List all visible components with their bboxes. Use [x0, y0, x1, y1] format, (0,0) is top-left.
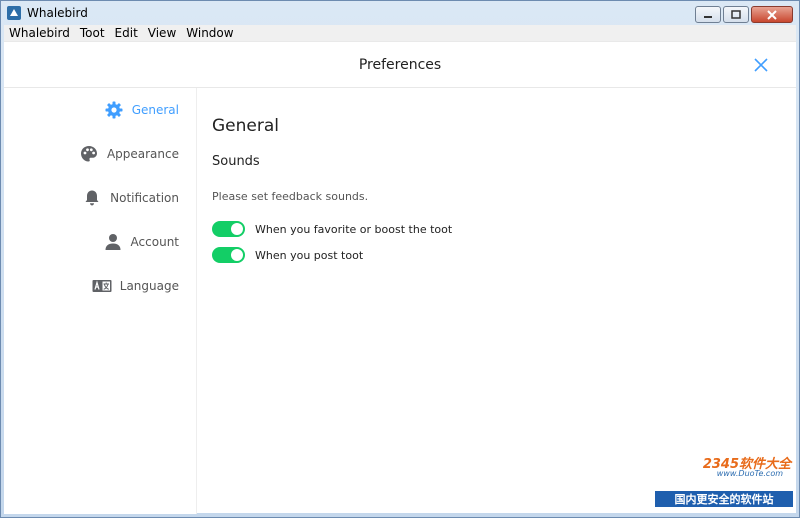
watermark-url: www.DuoTe.com: [716, 469, 783, 478]
switch-knob: [231, 249, 243, 261]
window-controls: [695, 6, 793, 23]
menu-view[interactable]: View: [143, 25, 181, 41]
switch-knob: [231, 223, 243, 235]
gear-icon: [104, 101, 124, 119]
favorite-boost-sound-setting: When you favorite or boost the toot: [212, 220, 452, 238]
sidebar-item-general[interactable]: General: [104, 100, 179, 120]
window-title: Whalebird: [27, 6, 88, 20]
post-toot-sound-setting: When you post toot: [212, 246, 363, 264]
section-heading: General: [212, 116, 279, 136]
close-icon[interactable]: [750, 54, 772, 76]
palette-icon: [79, 145, 99, 163]
title-bar: Whalebird: [1, 1, 799, 25]
app-window: Whalebird Whalebird Toot Edit View Windo…: [0, 0, 800, 518]
sidebar-item-notification[interactable]: Notification: [82, 188, 179, 208]
menu-edit[interactable]: Edit: [110, 25, 143, 41]
whalebird-app-icon: [7, 6, 21, 20]
favorite-boost-sound-switch[interactable]: [212, 221, 245, 237]
minimize-button[interactable]: [695, 6, 721, 23]
menu-whalebird[interactable]: Whalebird: [4, 25, 75, 41]
bell-icon: [82, 189, 102, 207]
close-window-button[interactable]: [751, 6, 793, 23]
sidebar-item-label: Appearance: [106, 147, 179, 161]
preferences-dialog: Preferences General Appearance Notificat…: [4, 41, 796, 514]
preferences-header: Preferences: [4, 42, 796, 88]
page-title: Preferences: [358, 56, 442, 73]
sidebar-item-label: General: [131, 103, 179, 117]
subsection-heading: Sounds: [212, 154, 260, 169]
sidebar-item-account[interactable]: Account: [103, 232, 179, 252]
toggle-label: When you favorite or boost the toot: [255, 222, 453, 236]
sidebar-item-language[interactable]: Language: [92, 276, 179, 296]
language-icon: [92, 277, 112, 295]
preferences-sidebar: General Appearance Notification Account …: [4, 88, 197, 514]
toggle-label: When you post toot: [255, 248, 364, 262]
sidebar-item-label: Account: [130, 235, 179, 249]
watermark: 2345软件大全 www.DuoTe.com 国内更安全的软件站: [651, 453, 793, 507]
sidebar-item-label: Language: [119, 279, 179, 293]
menu-toot[interactable]: Toot: [75, 25, 110, 41]
post-toot-sound-switch[interactable]: [212, 247, 245, 263]
maximize-button[interactable]: [723, 6, 749, 23]
menu-bar: Whalebird Toot Edit View Window: [4, 25, 796, 41]
menu-window[interactable]: Window: [181, 25, 238, 41]
user-icon: [103, 233, 123, 251]
sidebar-item-label: Notification: [110, 191, 179, 205]
watermark-banner: 国内更安全的软件站: [655, 491, 793, 507]
sounds-description: Please set feedback sounds.: [212, 190, 369, 203]
sidebar-item-appearance[interactable]: Appearance: [79, 144, 179, 164]
general-settings-panel: General Sounds Please set feedback sound…: [212, 88, 772, 508]
